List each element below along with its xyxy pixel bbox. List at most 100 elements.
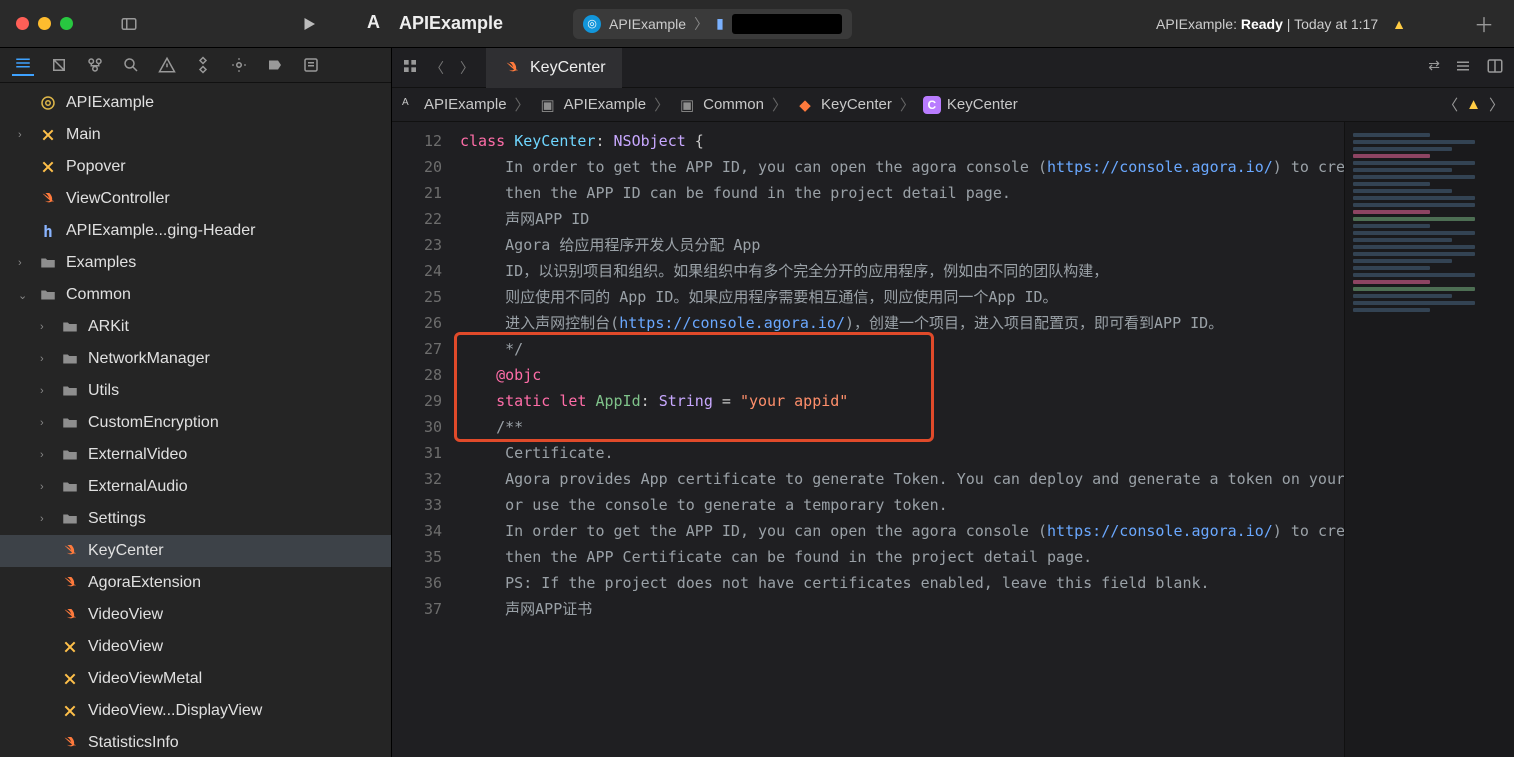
zoom-window-button[interactable]: [60, 17, 73, 30]
tree-item-label: Utils: [88, 382, 119, 400]
window-controls: [16, 17, 73, 30]
code-line-23[interactable]: Agora 给应用程序开发人员分配 App: [452, 232, 1344, 258]
tree-item-common[interactable]: ⌄Common: [0, 279, 391, 311]
code-line-33[interactable]: or use the console to generate a tempora…: [452, 492, 1344, 518]
back-button[interactable]: 〈: [426, 58, 448, 78]
close-window-button[interactable]: [16, 17, 29, 30]
disclosure-icon[interactable]: ›: [40, 353, 52, 365]
file-tree[interactable]: APIExample ›MainPopoverViewControllerhAPI…: [0, 83, 391, 757]
code-line-37[interactable]: 声网APP证书: [452, 596, 1344, 622]
tree-item-utils[interactable]: › Utils: [0, 375, 391, 407]
report-navigator-tab[interactable]: [300, 54, 322, 76]
code-line-22[interactable]: 声网APP ID: [452, 206, 1344, 232]
symbol-navigator-tab[interactable]: [84, 54, 106, 76]
scheme-selector[interactable]: ◎ APIExample 〉 ▮: [573, 9, 852, 39]
tree-item-videoview-displayview[interactable]: VideoView...DisplayView: [0, 695, 391, 727]
debug-navigator-tab[interactable]: [228, 54, 250, 76]
tree-item-apiexample-ging-header[interactable]: hAPIExample...ging-Header: [0, 215, 391, 247]
project-navigator-tab[interactable]: [12, 54, 34, 76]
tree-item-main[interactable]: ›Main: [0, 119, 391, 151]
code-line-12[interactable]: class KeyCenter: NSObject {: [452, 128, 1344, 154]
tree-item-externalvideo[interactable]: ›ExternalVideo: [0, 439, 391, 471]
code-line-31[interactable]: Certificate.: [452, 440, 1344, 466]
tree-item-networkmanager[interactable]: ›NetworkManager: [0, 343, 391, 375]
disclosure-icon[interactable]: ›: [40, 321, 52, 333]
run-button[interactable]: [295, 10, 323, 38]
code-line-20[interactable]: In order to get the APP ID, you can open…: [452, 154, 1344, 180]
tree-item-statisticsinfo[interactable]: StatisticsInfo: [0, 727, 391, 757]
swift-icon: [60, 543, 80, 559]
code-line-wrap[interactable]: ID，以识别项目和组织。如果组织中有多个完全分开的应用程序，例如由不同的团队构建…: [452, 258, 1344, 284]
tree-item-apiexample[interactable]: APIExample: [0, 87, 391, 119]
code-line-36[interactable]: PS: If the project does not have certifi…: [452, 570, 1344, 596]
forward-button[interactable]: 〉: [456, 58, 478, 78]
tree-item-label: AgoraExtension: [88, 574, 201, 592]
add-editor-icon[interactable]: [1486, 57, 1504, 78]
code-line-25[interactable]: 进入声网控制台(https://console.agora.io/)，创建一个项…: [452, 310, 1344, 336]
tree-item-label: VideoViewMetal: [88, 670, 202, 688]
tree-item-examples[interactable]: ›Examples: [0, 247, 391, 279]
titlebar: A APIExample ◎ APIExample 〉 ▮ APIExample…: [0, 0, 1514, 48]
tree-item-agoraextension[interactable]: AgoraExtension: [0, 567, 391, 599]
jumpbar-crumb-project[interactable]: A APIExample: [402, 96, 507, 113]
test-navigator-tab[interactable]: [192, 54, 214, 76]
minimize-window-button[interactable]: [38, 17, 51, 30]
prev-issue-icon[interactable]: 〈: [1443, 94, 1458, 115]
disclosure-icon[interactable]: ›: [40, 513, 52, 525]
disclosure-icon[interactable]: ›: [18, 129, 30, 141]
code-line-32[interactable]: Agora provides App certificate to genera…: [452, 466, 1344, 492]
jump-bar[interactable]: A APIExample 〉 ▣ APIExample 〉 ▣ Common 〉…: [392, 88, 1514, 122]
disclosure-icon[interactable]: ⌄: [18, 289, 30, 302]
code-line-30[interactable]: /**: [452, 414, 1344, 440]
tree-item-label: APIExample: [66, 94, 154, 112]
tree-item-arkit[interactable]: ›ARKit: [0, 311, 391, 343]
tree-item-videoviewmetal[interactable]: VideoViewMetal: [0, 663, 391, 695]
tree-item-externalaudio[interactable]: › ExternalAudio: [0, 471, 391, 503]
tree-item-popover[interactable]: Popover: [0, 151, 391, 183]
file-tab-keycenter[interactable]: KeyCenter: [486, 48, 622, 88]
disclosure-icon[interactable]: ›: [40, 449, 52, 461]
code-text[interactable]: class KeyCenter: NSObject { In order to …: [452, 122, 1344, 757]
code-area[interactable]: 12202122232425262728293031323334353637 c…: [392, 122, 1514, 757]
adjust-editor-icon[interactable]: ⇄: [1428, 57, 1440, 78]
tree-item-label: KeyCenter: [88, 542, 164, 560]
disclosure-icon[interactable]: ›: [40, 385, 52, 397]
code-line-21[interactable]: then the APP ID can be found in the proj…: [452, 180, 1344, 206]
folder-icon: [60, 510, 80, 528]
xib-icon: [38, 159, 58, 175]
next-issue-icon[interactable]: 〉: [1489, 94, 1504, 115]
issue-navigator-tab[interactable]: [156, 54, 178, 76]
jumpbar-crumb-group1[interactable]: ▣ APIExample: [538, 96, 647, 114]
code-line-24[interactable]: 则应使用不同的 App ID。如果应用程序需要相互通信，则应使用同一个App I…: [452, 284, 1344, 310]
tree-item-label: ExternalAudio: [88, 478, 188, 496]
minimap[interactable]: [1344, 122, 1514, 757]
code-line-27[interactable]: @objc: [452, 362, 1344, 388]
warning-icon[interactable]: ▲: [1392, 16, 1406, 32]
proj-icon: [38, 94, 58, 112]
code-line-34[interactable]: In order to get the APP ID, you can open…: [452, 518, 1344, 544]
jumpbar-crumb-group2[interactable]: ▣ Common: [677, 96, 764, 114]
disclosure-icon[interactable]: ›: [40, 417, 52, 429]
jumpbar-crumb-symbol[interactable]: C KeyCenter: [923, 96, 1018, 114]
tree-item-settings[interactable]: ›Settings: [0, 503, 391, 535]
project-name: APIExample: [399, 13, 503, 34]
code-line-26[interactable]: */: [452, 336, 1344, 362]
tree-item-keycenter[interactable]: KeyCenter: [0, 535, 391, 567]
tree-item-videoview[interactable]: VideoView: [0, 599, 391, 631]
related-items-icon[interactable]: [402, 58, 418, 77]
tree-item-customencryption[interactable]: ›CustomEncryption: [0, 407, 391, 439]
code-line-28[interactable]: static let AppId: String = "your appid": [452, 388, 1344, 414]
sidebar-toggle-icon[interactable]: [115, 10, 143, 38]
tree-item-videoview[interactable]: VideoView: [0, 631, 391, 663]
disclosure-icon[interactable]: ›: [40, 481, 52, 493]
find-navigator-tab[interactable]: [120, 54, 142, 76]
issue-warning-icon[interactable]: ▲: [1466, 96, 1481, 113]
editor-options-icon[interactable]: [1454, 57, 1472, 78]
jumpbar-crumb-file[interactable]: ◆ KeyCenter: [795, 96, 892, 114]
source-control-navigator-tab[interactable]: [48, 54, 70, 76]
tree-item-viewcontroller[interactable]: ViewController: [0, 183, 391, 215]
add-button[interactable]: ＋: [1474, 9, 1494, 38]
breakpoint-navigator-tab[interactable]: [264, 54, 286, 76]
code-line-35[interactable]: then the APP Certificate can be found in…: [452, 544, 1344, 570]
disclosure-icon[interactable]: ›: [18, 257, 30, 269]
